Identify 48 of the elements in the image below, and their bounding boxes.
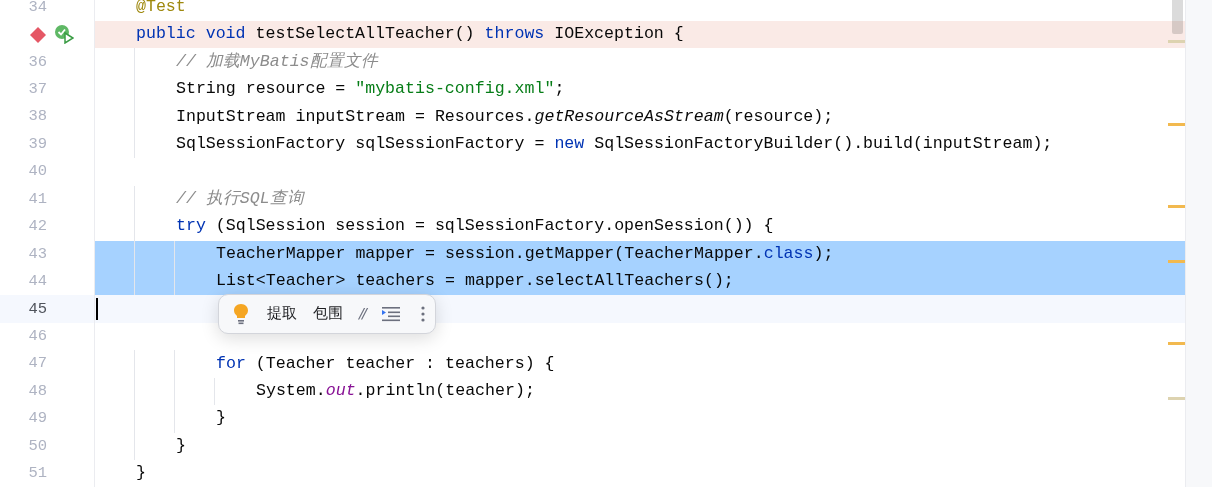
error-stripe-mark[interactable] bbox=[1168, 259, 1185, 263]
error-stripe-mark[interactable] bbox=[1168, 396, 1185, 400]
error-stripe-mark[interactable] bbox=[1168, 204, 1185, 208]
line-number: 41 bbox=[28, 188, 47, 210]
line-number: 44 bbox=[28, 271, 47, 293]
line-number: 51 bbox=[28, 463, 47, 485]
code-line: // 加载MyBatis配置文件 bbox=[176, 50, 378, 73]
line-number: 39 bbox=[28, 133, 47, 155]
scrollbar-track[interactable] bbox=[1185, 0, 1212, 487]
code-line: } bbox=[136, 462, 146, 485]
line-number: 42 bbox=[28, 216, 47, 238]
line-number: 37 bbox=[28, 79, 47, 100]
code-line: public void testSelectAllTeacher() throws IOException { bbox=[136, 23, 684, 46]
line-number: 40 bbox=[28, 161, 47, 183]
code-line: System.out.println(teacher); bbox=[256, 380, 535, 402]
line-number: 38 bbox=[28, 106, 47, 128]
indent-icon[interactable] bbox=[380, 305, 401, 322]
error-stripe-mark[interactable] bbox=[1168, 40, 1185, 44]
error-stripe-mark[interactable] bbox=[1168, 122, 1185, 126]
run-icon[interactable] bbox=[54, 24, 74, 45]
text-caret bbox=[96, 298, 98, 321]
error-stripe-mark[interactable] bbox=[1168, 342, 1185, 346]
code-line: TeacherMapper mapper = session.getMapper(TeacherMapper.class); bbox=[216, 242, 834, 265]
line-number: 46 bbox=[28, 325, 47, 347]
code-line: } bbox=[216, 407, 226, 430]
code-line: try (SqlSession session = sqlSessionFactory.openSession()) { bbox=[176, 215, 774, 238]
line-number: 43 bbox=[28, 243, 47, 265]
line-number: 48 bbox=[28, 380, 47, 402]
code-line: SqlSessionFactory sqlSessionFactory = new SqlSessionFactoryBuilder().build(inputStream); bbox=[176, 133, 1053, 156]
scrollbar-thumb[interactable] bbox=[1172, 0, 1183, 34]
line-number: 50 bbox=[28, 435, 47, 457]
line-number: 49 bbox=[28, 408, 47, 430]
breakpoint-icon[interactable] bbox=[29, 25, 47, 44]
toolbar-action[interactable]: 包围 bbox=[305, 306, 351, 321]
toolbar-action[interactable]: 提取 bbox=[259, 306, 305, 321]
lightbulb-icon[interactable] bbox=[233, 302, 249, 325]
more-icon[interactable] bbox=[420, 304, 425, 323]
code-line: // 执行SQL查询 bbox=[176, 187, 304, 210]
toolbar-action[interactable]: // bbox=[351, 306, 373, 321]
line-number: 45 bbox=[28, 298, 47, 320]
line-number: 47 bbox=[28, 353, 47, 375]
code-line: InputStream inputStream = Resources.getResourceAsStream(resource); bbox=[176, 105, 834, 128]
line-number: 34 bbox=[28, 0, 47, 18]
code-line: String resource = "mybatis-config.xml"; bbox=[176, 78, 565, 101]
line-number: 36 bbox=[28, 51, 47, 73]
code-line: for (Teacher teacher : teachers) { bbox=[216, 352, 555, 375]
code-line: } bbox=[176, 434, 186, 457]
code-line: List<Teacher> teachers = mapper.selectAllTeachers(); bbox=[216, 270, 734, 293]
